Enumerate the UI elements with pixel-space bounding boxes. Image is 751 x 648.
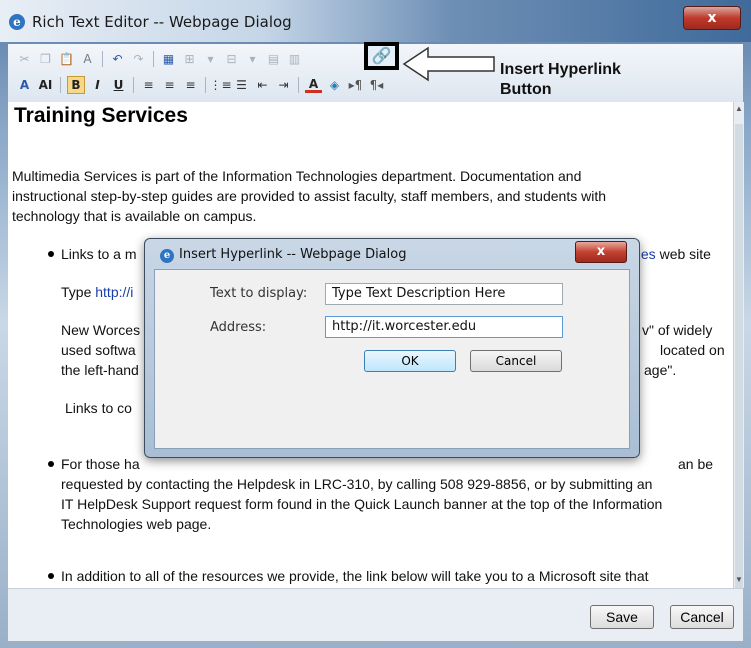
bullet-2-line-1-start: For those ha bbox=[61, 456, 140, 472]
new-worcester-line-3: the left-hand bbox=[61, 362, 139, 378]
save-button[interactable]: Save bbox=[590, 605, 654, 629]
text-to-display-label: Text to display: bbox=[210, 286, 308, 301]
ltr-icon[interactable]: ▸¶ bbox=[347, 77, 364, 94]
split-icon[interactable]: ▥ bbox=[286, 51, 303, 68]
paste-text-icon[interactable]: A bbox=[79, 51, 96, 68]
type-label: Type bbox=[61, 284, 96, 300]
toolbar-separator bbox=[133, 77, 134, 93]
dialog-cancel-button[interactable]: Cancel bbox=[470, 350, 562, 372]
address-input[interactable]: http://it.worcester.edu bbox=[325, 316, 563, 338]
rtl-icon[interactable]: ¶◂ bbox=[368, 77, 385, 94]
text-to-display-input[interactable]: Type Text Description Here bbox=[325, 283, 563, 305]
indent-icon[interactable]: ⇥ bbox=[275, 77, 292, 94]
bold-icon[interactable]: B bbox=[67, 76, 85, 94]
italic-icon[interactable]: I bbox=[89, 77, 106, 94]
toolbar-row-2: A AI B I U ≡ ≡ ≡ ⋮≡ ☰ ⇤ ⇥ A ◈ ▸¶ ¶◂ bbox=[16, 74, 385, 96]
annotation-arrow bbox=[402, 46, 495, 82]
bullet-2-line-1-end: an be bbox=[678, 456, 714, 472]
new-worcester-line-1: New Worces bbox=[61, 322, 141, 338]
highlight-icon[interactable]: ◈ bbox=[326, 77, 343, 94]
intro-line-1: Multimedia Services is part of the Infor… bbox=[12, 168, 582, 184]
dialog-body: Text to display: Type Text Description H… bbox=[154, 269, 630, 449]
hyperlink-icon: 🔗 bbox=[371, 48, 392, 65]
bullet bbox=[48, 461, 54, 467]
bullet bbox=[48, 251, 54, 257]
annotation-line-2: Button bbox=[500, 81, 552, 98]
dialog-close-button[interactable]: x bbox=[575, 241, 627, 263]
align-right-icon[interactable]: ≡ bbox=[182, 77, 199, 94]
insert-row-icon[interactable]: ⊞ bbox=[181, 51, 198, 68]
scroll-down-icon[interactable]: ▼ bbox=[735, 575, 743, 584]
toolbar-separator bbox=[205, 77, 206, 93]
paste-icon[interactable]: 📋 bbox=[58, 51, 75, 68]
font-icon[interactable]: A bbox=[16, 77, 33, 94]
cancel-button[interactable]: Cancel bbox=[670, 605, 734, 629]
unordered-list-icon[interactable]: ☰ bbox=[233, 77, 250, 94]
cut-icon[interactable]: ✂ bbox=[16, 51, 33, 68]
bullet-2-line-2: requested by contacting the Helpdesk in … bbox=[61, 476, 653, 492]
scrollbar-thumb[interactable] bbox=[735, 124, 743, 594]
toolbar-row-1: ✂ ❐ 📋 A ↶ ↷ ▦ ⊞ ▾ ⊟ ▾ ▤ ▥ bbox=[16, 48, 303, 70]
align-center-icon[interactable]: ≡ bbox=[161, 77, 178, 94]
merge-icon[interactable]: ▤ bbox=[265, 51, 282, 68]
outdent-icon[interactable]: ⇤ bbox=[254, 77, 271, 94]
bullet bbox=[48, 573, 54, 579]
title-bar: e Rich Text Editor -- Webpage Dialog x bbox=[0, 0, 751, 42]
copy-icon[interactable]: ❐ bbox=[37, 51, 54, 68]
redo-icon[interactable]: ↷ bbox=[130, 51, 147, 68]
insert-column-icon[interactable]: ▾ bbox=[202, 51, 219, 68]
merge-cells-icon[interactable]: ⊟ bbox=[223, 51, 240, 68]
ok-button[interactable]: OK bbox=[364, 350, 456, 372]
window-title: Rich Text Editor -- Webpage Dialog bbox=[32, 13, 292, 31]
insert-hyperlink-dialog: e Insert Hyperlink -- Webpage Dialog x T… bbox=[144, 238, 640, 458]
annotation-callout: Insert Hyperlink Button bbox=[500, 60, 621, 100]
font-color-icon[interactable]: A bbox=[305, 77, 322, 93]
ie-icon: e bbox=[9, 14, 25, 30]
dialog-footer: Save Cancel bbox=[8, 588, 743, 641]
annotation-line-1: Insert Hyperlink bbox=[500, 61, 621, 78]
underline-icon[interactable]: U bbox=[110, 77, 127, 94]
font-size-icon[interactable]: AI bbox=[37, 77, 54, 94]
close-button[interactable]: x bbox=[683, 6, 741, 30]
bullet-2-line-4: Technologies web page. bbox=[61, 516, 212, 532]
insert-hyperlink-button[interactable]: 🔗 bbox=[364, 42, 399, 70]
bullet-1-suffix: web site bbox=[655, 246, 711, 262]
bullet-3-line-1: In addition to all of the resources we p… bbox=[61, 568, 649, 584]
split-cells-icon[interactable]: ▾ bbox=[244, 51, 261, 68]
toolbar-separator bbox=[298, 77, 299, 93]
links-to-co: Links to co bbox=[65, 400, 132, 416]
intro-line-2: instructional step-by-step guides are pr… bbox=[12, 188, 606, 204]
toolbar-separator bbox=[153, 51, 154, 67]
table-icon[interactable]: ▦ bbox=[160, 51, 177, 68]
bullet-1-text: Links to a m bbox=[61, 246, 137, 262]
address-label: Address: bbox=[210, 320, 267, 335]
toolbar-separator bbox=[60, 77, 61, 93]
toolbar-separator bbox=[102, 51, 103, 67]
ordered-list-icon[interactable]: ⋮≡ bbox=[209, 77, 231, 94]
bullet-2-line-3: IT HelpDesk Support request form found i… bbox=[61, 496, 663, 512]
new-worcester-line-2-end: located on bbox=[660, 342, 725, 358]
vertical-scrollbar[interactable]: ▲ ▼ bbox=[733, 102, 744, 594]
scroll-up-icon[interactable]: ▲ bbox=[735, 104, 743, 113]
new-worcester-line-3-end: age". bbox=[644, 362, 677, 378]
new-worcester-line-1-end: v" of widely bbox=[642, 322, 713, 338]
ie-icon: e bbox=[160, 249, 174, 263]
undo-icon[interactable]: ↶ bbox=[109, 51, 126, 68]
type-link[interactable]: http://i bbox=[95, 284, 133, 300]
rich-text-editor-window: e Rich Text Editor -- Webpage Dialog x ✂… bbox=[0, 0, 751, 648]
type-line: Type http://i bbox=[61, 282, 133, 302]
page-heading: Training Services bbox=[14, 104, 188, 127]
bullet-1-end: gies web site bbox=[630, 244, 711, 264]
dialog-title: Insert Hyperlink -- Webpage Dialog bbox=[179, 247, 407, 262]
align-left-icon[interactable]: ≡ bbox=[140, 77, 157, 94]
intro-line-3: technology that is available on campus. bbox=[12, 208, 257, 224]
new-worcester-line-2: used softwa bbox=[61, 342, 136, 358]
